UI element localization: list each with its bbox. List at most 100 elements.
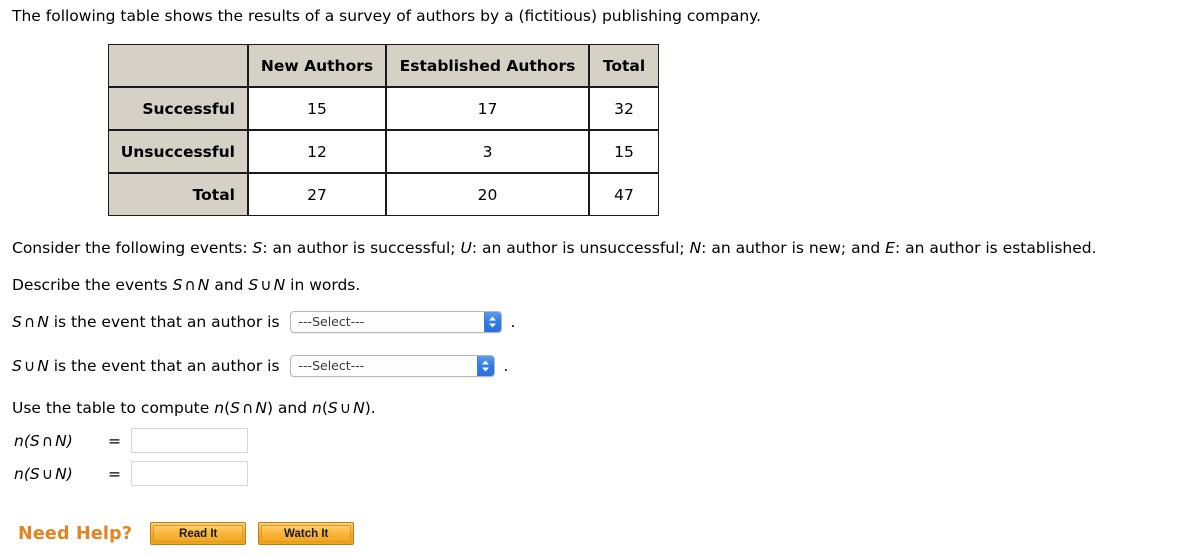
sel1-intersection-icon: ∩ [23,313,36,331]
answer-input-union[interactable] [131,461,248,486]
chevron-up-down-icon[interactable] [476,356,494,376]
union-row-period: . [503,357,509,375]
describe-n2: N [273,276,286,294]
ans2-s: S [29,464,40,483]
event-desc-s: : an author is successful; [262,239,461,257]
union-answer-row: S ∪ N is the event that an author is ---Se… [12,355,508,377]
table-corner-cell [108,44,248,87]
cell-total-new: 27 [248,173,386,216]
describe-suffix: in words. [285,276,361,294]
describe-s2: S [248,276,259,294]
compute-union-icon: ∪ [339,399,352,417]
cell-successful-total: 32 [589,87,659,130]
table-header-row: New Authors Established Authors Total [108,44,659,87]
cell-total-established: 20 [386,173,589,216]
compute-nn1: N [255,399,267,417]
watch-it-button-label: Watch It [261,525,352,542]
need-help-section: Need Help? Read It Watch It [18,522,366,545]
sel1-label-text: is the event that an author is [48,313,280,331]
compute-n1: n [214,399,225,417]
ans1-s: S [29,431,40,450]
read-it-button-label: Read It [153,525,244,542]
describe-n1: N [197,276,210,294]
describe-middle: and [209,276,249,294]
sel2-label-text: is the event that an author is [48,357,280,375]
describe-s1: S [172,276,183,294]
exercise-page: The following table shows the results of… [0,0,1200,557]
row-header-successful: Successful [108,87,248,130]
survey-table-container: New Authors Established Authors Total Su… [108,44,659,216]
ans2-n: n [14,464,24,483]
event-symbol-n: N [689,239,702,257]
union-row-label: S ∪ N is the event that an author is [12,357,280,375]
column-header-new-authors: New Authors [248,44,386,87]
column-header-total: Total [589,44,659,87]
event-symbol-u: U [460,239,472,257]
union-select-value: ---Select--- [298,358,365,373]
describe-prefix: Describe the events [12,276,173,294]
answer-equals-union: = [108,464,121,483]
intro-text: The following table shows the results of… [12,7,762,25]
compute-prefix: Use the table to compute [12,399,215,417]
intersection-row-period: . [510,313,516,331]
answer-row-intersection: n(S ∩ N) = [14,428,248,453]
ans1-n: n [14,431,24,450]
cell-total-total: 47 [589,173,659,216]
event-desc-e: : an author is established. [894,239,1097,257]
union-icon: ∪ [260,276,272,294]
intersection-select-value: ---Select--- [298,314,365,329]
answer-equals-intersection: = [108,431,121,450]
sel2-s: S [12,357,22,375]
survey-table: New Authors Established Authors Total Su… [108,44,659,216]
table-row: Total 27 20 47 [108,173,659,216]
event-desc-n: : an author is new; and [701,239,886,257]
compute-nn2: N [353,399,365,417]
read-it-button[interactable]: Read It [150,522,247,545]
compute-suffix: . [370,399,376,417]
sel1-s: S [12,313,22,331]
union-select[interactable]: ---Select--- [289,355,495,377]
intersection-icon: ∩ [184,276,196,294]
intersection-answer-row: S ∩ N is the event that an author is ---Se… [12,311,515,333]
ans1-intersection-icon: ∩ [41,431,54,450]
chevron-up-down-icon[interactable] [483,312,501,332]
sel2-n: N [37,357,49,375]
table-row: Successful 15 17 32 [108,87,659,130]
ans2-union-icon: ∪ [41,464,54,483]
describe-instruction-line: Describe the events S ∩ N and S ∪ N in words… [12,275,360,295]
ans2-close: ) [66,464,73,483]
answer-row-union: n(S ∪ N) = [14,461,248,486]
answer-label-intersection: n(S ∩ N) [14,432,100,450]
compute-intersection-icon: ∩ [241,399,254,417]
compute-instruction-line: Use the table to compute n(S ∩ N) and n(S ∪… [12,398,376,418]
cell-unsuccessful-total: 15 [589,130,659,173]
row-header-unsuccessful: Unsuccessful [108,130,248,173]
cell-unsuccessful-established: 3 [386,130,589,173]
intersection-row-label: S ∩ N is the event that an author is [12,313,280,331]
ans1-nn: N [55,431,67,450]
events-definition-line: Consider the following events: S: an aut… [12,238,1097,258]
ans2-nn: N [55,464,67,483]
ans1-close: ) [66,431,73,450]
column-header-established-authors: Established Authors [386,44,589,87]
event-symbol-e: E [885,239,895,257]
table-row: Unsuccessful 12 3 15 [108,130,659,173]
events-prefix: Consider the following events: [12,239,253,257]
answer-input-intersection[interactable] [131,428,248,453]
compute-n2: n [312,399,322,417]
compute-middle: and [273,399,313,417]
cell-unsuccessful-new: 12 [248,130,386,173]
sel1-n: N [37,313,49,331]
cell-successful-new: 15 [248,87,386,130]
watch-it-button[interactable]: Watch It [258,522,355,545]
compute-s1: S [230,399,240,417]
compute-s2: S [327,399,338,417]
event-symbol-s: S [252,239,263,257]
event-desc-u: : an author is unsuccessful; [471,239,690,257]
cell-successful-established: 17 [386,87,589,130]
row-header-total: Total [108,173,248,216]
sel2-union-icon: ∪ [23,357,36,375]
intersection-select[interactable]: ---Select--- [289,311,502,333]
answer-label-union: n(S ∪ N) [14,465,100,483]
need-help-label: Need Help? [18,523,133,544]
